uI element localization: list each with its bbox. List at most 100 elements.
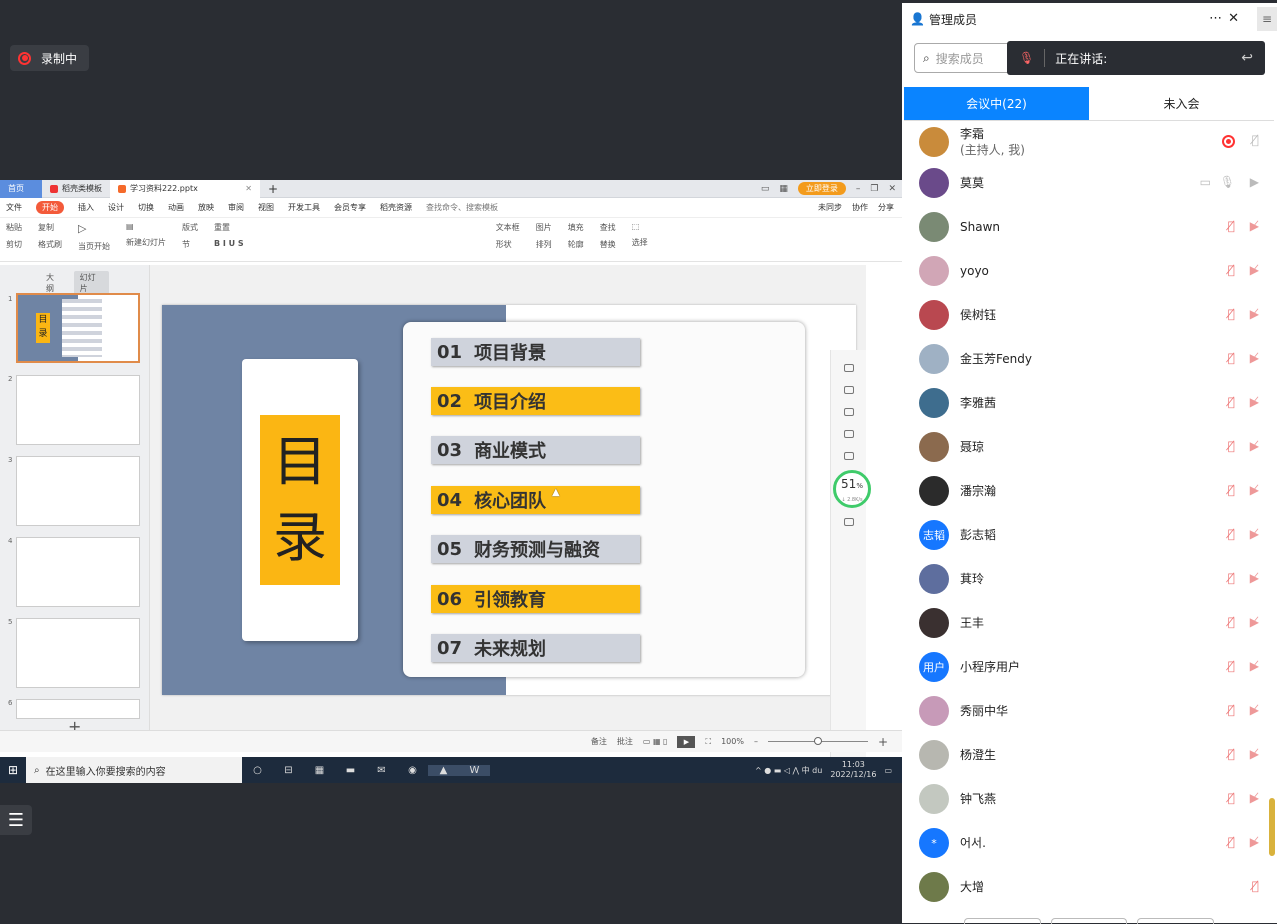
new-tab-icon[interactable]: + [260, 180, 286, 198]
tool-icon[interactable] [843, 430, 854, 438]
tab-in-meeting[interactable]: 会议中(22) [904, 87, 1089, 120]
member-row[interactable]: 钟飞燕 🎙̸ ▶̸ [902, 777, 1277, 821]
play-button[interactable]: ▶ [677, 735, 696, 748]
member-row[interactable]: * 어서. 🎙̸ ▶̸ [902, 821, 1277, 865]
slide-thumbnail-2[interactable] [16, 375, 140, 445]
member-row[interactable]: 李霜 (主持人, 我) 🎙̸ [902, 123, 1277, 161]
camera-off-icon[interactable]: ▶̸ [1250, 527, 1259, 541]
menu-vip[interactable]: 会员专享 [334, 202, 366, 213]
menu-file[interactable]: 文件 [6, 202, 22, 213]
fill-button[interactable]: 填充 [568, 222, 584, 233]
notes-button[interactable]: 备注 [591, 736, 607, 747]
menu-slideshow[interactable]: 放映 [198, 202, 214, 213]
collab-button[interactable]: 协作 [852, 202, 868, 213]
camera-off-icon[interactable]: ▶̸ [1250, 263, 1259, 277]
mic-muted-icon[interactable]: 🎙̸ [1228, 703, 1235, 717]
mic-muted-icon[interactable]: 🎙̸ [1228, 307, 1235, 321]
explorer-icon[interactable]: ▬ [335, 765, 366, 776]
slide-canvas[interactable]: 目录 01 项目背景 02 项目介绍 03 商业模式 04 核心团队 05 财务预测与融资 06 引领… [150, 265, 866, 783]
member-row[interactable]: yoyo 🎙̸ ▶̸ [902, 249, 1277, 293]
section-button[interactable]: 节 [182, 239, 198, 250]
slide-thumbnail-3[interactable] [16, 456, 140, 526]
menu-view[interactable]: 视图 [258, 202, 274, 213]
paste-button[interactable]: 粘贴 [6, 222, 22, 233]
taskbar-search[interactable]: ⌕ 在这里输入你要搜索的内容 [26, 757, 242, 783]
recording-indicator[interactable]: 录制中 [10, 45, 90, 71]
mic-muted-icon[interactable]: 🎙̸ [1228, 747, 1235, 761]
replace-button[interactable]: 替换 [600, 239, 616, 250]
tool-icon[interactable] [843, 364, 854, 372]
notification-icon[interactable]: ▭ [884, 766, 892, 775]
camera-off-icon[interactable]: ▶̸ [1250, 703, 1259, 717]
close-icon[interactable]: ✕ [888, 184, 896, 194]
mic-muted-icon[interactable]: 🎙̸ [1228, 659, 1235, 673]
reply-icon[interactable]: ↩ [1241, 50, 1253, 66]
arrange-button[interactable]: 排列 [536, 239, 552, 250]
slide-thumbnail-4[interactable] [16, 537, 140, 607]
view-icons[interactable]: ▭ ▦ ▯ [643, 737, 668, 746]
restore-icon[interactable]: ❐ [870, 184, 878, 194]
mic-muted-icon[interactable]: 🎙̸ [1228, 527, 1235, 541]
bottom-button[interactable] [964, 918, 1041, 924]
camera-off-icon[interactable]: ▶̸ [1250, 791, 1259, 805]
mic-muted-icon[interactable]: 🎙̸ [1252, 879, 1259, 893]
wps-home-tab[interactable]: 首页 [0, 180, 42, 198]
reset-button[interactable]: 重置 [214, 222, 244, 233]
clock[interactable]: 11:03 2022/12/16 [830, 760, 876, 780]
mic-muted-icon[interactable]: 🎙̸ [1228, 439, 1235, 453]
member-row[interactable]: 聂琼 🎙̸ ▶̸ [902, 425, 1277, 469]
browser-icon[interactable]: ◉ [397, 765, 428, 776]
outline-button[interactable]: 轮廓 [568, 239, 584, 250]
member-row[interactable]: 大增 🎙̸ [902, 865, 1277, 909]
tray-icons[interactable]: ^ ● ▬ ◁ ⋀ 中 du [755, 765, 822, 776]
mail-icon[interactable]: ✉ [366, 765, 397, 776]
windows-start-icon[interactable]: ⊞ [0, 763, 26, 777]
share-button[interactable]: 分享 [878, 202, 894, 213]
camera-off-icon[interactable]: ▶̸ [1250, 483, 1259, 497]
menu-design[interactable]: 设计 [108, 202, 124, 213]
menu-resources[interactable]: 稻壳资源 [380, 202, 412, 213]
mic-icon[interactable]: 🎙 [1220, 175, 1235, 189]
camera-off-icon[interactable]: ▶̸ [1250, 747, 1259, 761]
slide-thumbnail-6[interactable] [16, 699, 140, 719]
member-row[interactable]: Shawn 🎙̸ ▶̸ [902, 205, 1277, 249]
camera-off-icon[interactable]: ▶̸ [1250, 351, 1259, 365]
menu-devtools[interactable]: 开发工具 [288, 202, 320, 213]
member-row[interactable]: 李雅茜 🎙̸ ▶̸ [902, 381, 1277, 425]
select-button[interactable]: 选择 [632, 237, 648, 248]
wps-tab-document[interactable]: 学习资料222.pptx ✕ [110, 180, 260, 198]
wps-tab-template[interactable]: 稻壳类模板 [42, 180, 110, 198]
slide-thumbnail-5[interactable] [16, 618, 140, 688]
member-row[interactable]: 王丰 🎙̸ ▶̸ [902, 601, 1277, 645]
mic-muted-icon[interactable]: 🎙̸ [1228, 791, 1235, 805]
slide-thumbnail-1[interactable]: 目录 [16, 293, 140, 363]
member-row[interactable]: 萁玲 🎙̸ ▶̸ [902, 557, 1277, 601]
camera-off-icon[interactable]: ▶̸ [1250, 219, 1259, 233]
camera-off-icon[interactable]: ▶̸ [1250, 307, 1259, 321]
task-view-icon[interactable]: ⊟ [273, 765, 304, 776]
find-button[interactable]: 查找 [600, 222, 616, 233]
mic-muted-icon[interactable]: 🎙̸ [1228, 571, 1235, 585]
list-toggle-icon[interactable]: ☰ [0, 805, 32, 835]
zoom-in-icon[interactable]: + [878, 735, 888, 749]
sync-status[interactable]: 未同步 [818, 202, 842, 213]
camera-off-icon[interactable]: ▶̸ [1250, 439, 1259, 453]
member-list-scrollbar[interactable] [1269, 798, 1275, 856]
tool-icon[interactable] [843, 408, 854, 416]
member-row[interactable]: 杨澄生 🎙̸ ▶̸ [902, 733, 1277, 777]
mic-muted-icon[interactable]: 🎙̸ [1228, 395, 1235, 409]
bottom-button[interactable] [1050, 918, 1128, 924]
menu-insert[interactable]: 插入 [78, 202, 94, 213]
menu-animation[interactable]: 动画 [168, 202, 184, 213]
zoom-out-icon[interactable]: – [754, 737, 758, 746]
camera-off-icon[interactable]: ▶̸ [1250, 615, 1259, 629]
close-panel-icon[interactable]: ✕ [1228, 11, 1239, 26]
mic-muted-icon[interactable]: 🎙̸ [1228, 483, 1235, 497]
menu-transition[interactable]: 切换 [138, 202, 154, 213]
more-icon[interactable]: ⋯ [1209, 11, 1222, 26]
play-current-button[interactable]: 当页开始 [78, 241, 110, 252]
meeting-app-icon[interactable]: ▲ [428, 764, 459, 776]
new-slide-button[interactable]: 新建幻灯片 [126, 237, 166, 248]
mic-muted-icon[interactable]: 🎙̸ [1228, 263, 1235, 277]
member-row[interactable]: 秀丽中华 🎙̸ ▶̸ [902, 689, 1277, 733]
